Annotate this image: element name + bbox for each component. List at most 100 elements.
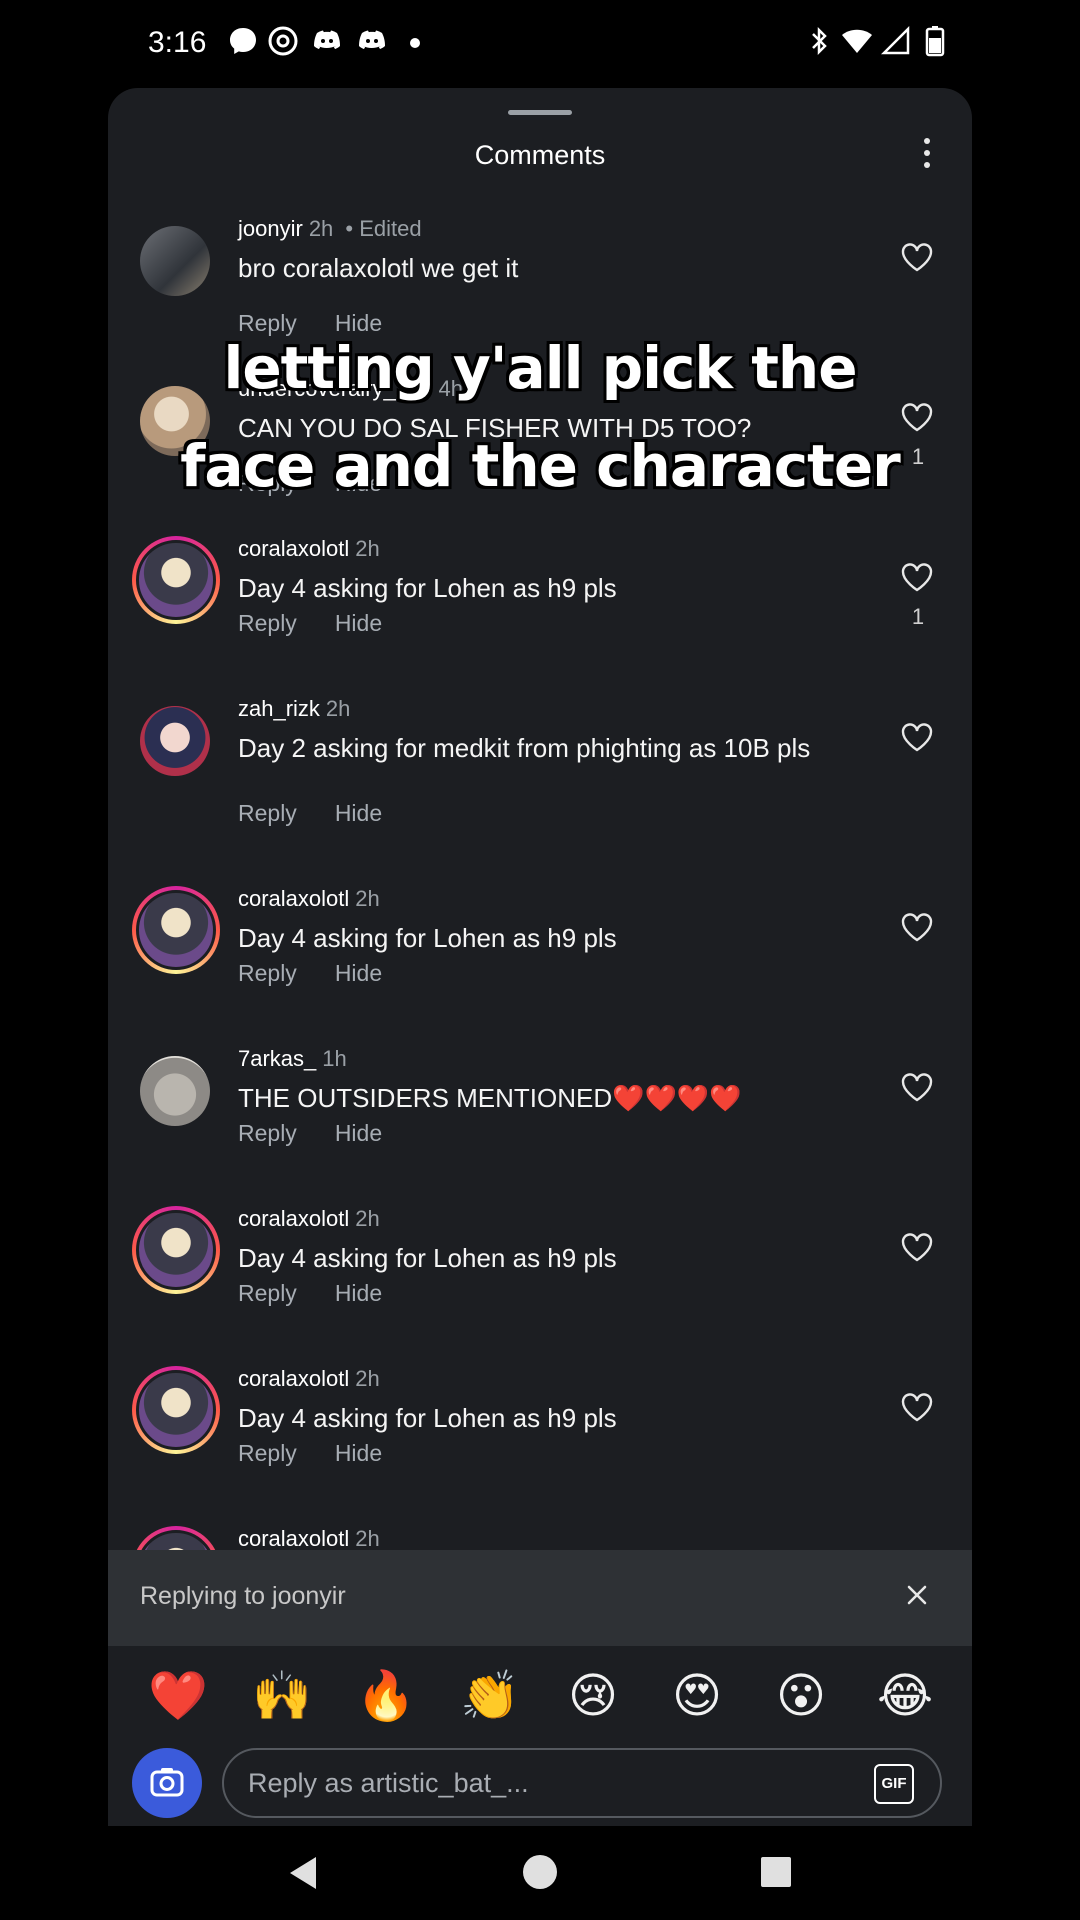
comment-time: 2h [355,1366,380,1391]
reply-button[interactable]: Reply [238,310,297,336]
comment-username[interactable]: coralaxolotl [238,1526,349,1551]
avatar-story-ring[interactable] [132,886,220,974]
comment-text: Day 4 asking for Lohen as h9 pls [238,1403,617,1433]
recents-icon[interactable] [760,1856,792,1888]
overlay-caption-line1: letting y'all pick the [223,334,857,402]
comment-username[interactable]: coralaxolotl [238,1366,349,1391]
reply-button[interactable]: Reply [238,1440,297,1466]
emoji-raised-hands[interactable]: 🙌 [252,1668,312,1726]
avatar-story-ring[interactable] [132,1206,220,1294]
comment-actions: Reply Hide [238,1280,420,1307]
reply-button[interactable]: Reply [238,800,297,826]
like-count: 1 [911,604,925,629]
comment-text: Day 4 asking for Lohen as h9 pls [238,923,617,953]
replying-bar: Replying to joonyir [108,1550,972,1646]
comment-meta: coralaxolotl 2h [238,886,380,912]
emoji-bar: ❤️ 🙌 🔥 👏 😢 😍 😮 😂 [108,1646,972,1748]
avatar[interactable] [140,226,210,296]
like-heart-icon[interactable] [900,912,934,942]
status-time: 3:16 [148,26,207,59]
comment-time: 2h [355,1206,380,1231]
hide-button[interactable]: Hide [335,1120,382,1146]
like-heart-icon[interactable] [900,1232,934,1262]
comment-username[interactable]: coralaxolotl [238,1206,349,1231]
emoji-heart[interactable]: ❤️ [148,1668,208,1726]
avatar-story-ring[interactable] [132,536,220,624]
avatar[interactable] [140,706,210,776]
comment-meta: coralaxolotl 2h [238,1526,380,1552]
comment-meta: joonyir 2h • Edited [238,216,422,242]
avatar-story-ring[interactable] [132,1366,220,1454]
home-icon[interactable] [522,1854,558,1890]
comment-time: 2h [355,886,380,911]
wifi-icon [840,24,874,58]
comment-username[interactable]: coralaxolotl [238,536,349,561]
comment-meta: 7arkas_ 1h [238,1046,347,1072]
like-heart-icon[interactable] [900,242,934,272]
comment-text: Day 2 asking for medkit from phighting a… [238,733,811,763]
reply-input[interactable]: Reply as artistic_bat_... GIF [222,1748,942,1818]
emoji-heart-eyes[interactable]: 😍 [668,1668,726,1726]
comment-meta: coralaxolotl 2h [238,536,380,562]
reply-input-placeholder: Reply as artistic_bat_... [248,1768,529,1798]
comment-time: 1h [322,1046,347,1071]
discord-notification-icon [310,24,344,58]
close-icon[interactable] [902,1580,932,1610]
comment-time: 2h [355,536,380,561]
comments-list[interactable]: joonyir 2h • Edited bro coralaxolotl we g… [108,208,972,1640]
comment-actions: Reply Hide [238,1120,420,1147]
comment-text: Day 4 asking for Lohen as h9 pls [238,1243,617,1273]
comment-actions: Reply Hide [238,1440,420,1467]
reply-button[interactable]: Reply [238,960,297,986]
system-nav-bar [0,1826,1080,1920]
comment-username[interactable]: 7arkas_ [238,1046,316,1071]
comment-actions: Reply Hide [238,960,420,987]
comment-meta: zah_rizk 2h [238,696,350,722]
hide-button[interactable]: Hide [335,310,382,336]
avatar[interactable] [140,1056,210,1126]
more-notifications-dot [410,38,420,48]
camera-icon [150,1768,184,1797]
hide-button[interactable]: Hide [335,800,382,826]
gif-button[interactable]: GIF [874,1764,914,1804]
bluetooth-icon [802,24,836,58]
comment-username[interactable]: coralaxolotl [238,886,349,911]
camera-button[interactable] [132,1748,202,1818]
status-bar: 3:16 [0,0,1080,88]
comment-username[interactable]: joonyir [238,216,303,241]
replying-label: Replying to joonyir [140,1582,346,1610]
back-icon[interactable] [286,1854,320,1892]
like-heart-icon[interactable] [900,1392,934,1422]
emoji-fire[interactable]: 🔥 [356,1668,416,1726]
emoji-surprised[interactable]: 😮 [772,1668,830,1726]
reply-button[interactable]: Reply [238,1280,297,1306]
emoji-crying[interactable]: 😢 [564,1668,622,1726]
comment-meta: coralaxolotl 2h [238,1366,380,1392]
messenger-notification-icon [226,24,260,58]
hide-button[interactable]: Hide [335,1440,382,1466]
drag-handle[interactable] [508,110,572,115]
reply-composer: Reply as artistic_bat_... GIF [108,1748,972,1826]
like-heart-icon[interactable] [900,1072,934,1102]
comment-time: 2h [325,696,351,721]
more-options-icon[interactable] [922,138,932,174]
like-heart-icon[interactable] [900,562,934,592]
hide-button[interactable]: Hide [335,1280,382,1306]
comment-username[interactable]: zah_rizk [238,696,320,721]
discord-notification-icon-2 [355,24,389,58]
reply-button[interactable]: Reply [238,1120,297,1146]
comment-time: 2h [308,216,334,241]
comment-time: 2h [355,1526,380,1551]
comment-text: THE OUTSIDERS MENTIONED❤️❤️❤️❤️ [238,1083,742,1113]
emoji-laughing[interactable]: 😂 [876,1668,934,1726]
threads-notification-icon [266,24,300,58]
hide-button[interactable]: Hide [335,610,382,636]
emoji-clap[interactable]: 👏 [460,1668,520,1726]
edited-label: • Edited [345,216,422,241]
reply-button[interactable]: Reply [238,610,297,636]
comment-meta: coralaxolotl 2h [238,1206,380,1232]
like-heart-icon[interactable] [900,722,934,752]
like-heart-icon[interactable] [900,402,934,432]
sheet-title: Comments [474,140,606,170]
hide-button[interactable]: Hide [335,960,382,986]
